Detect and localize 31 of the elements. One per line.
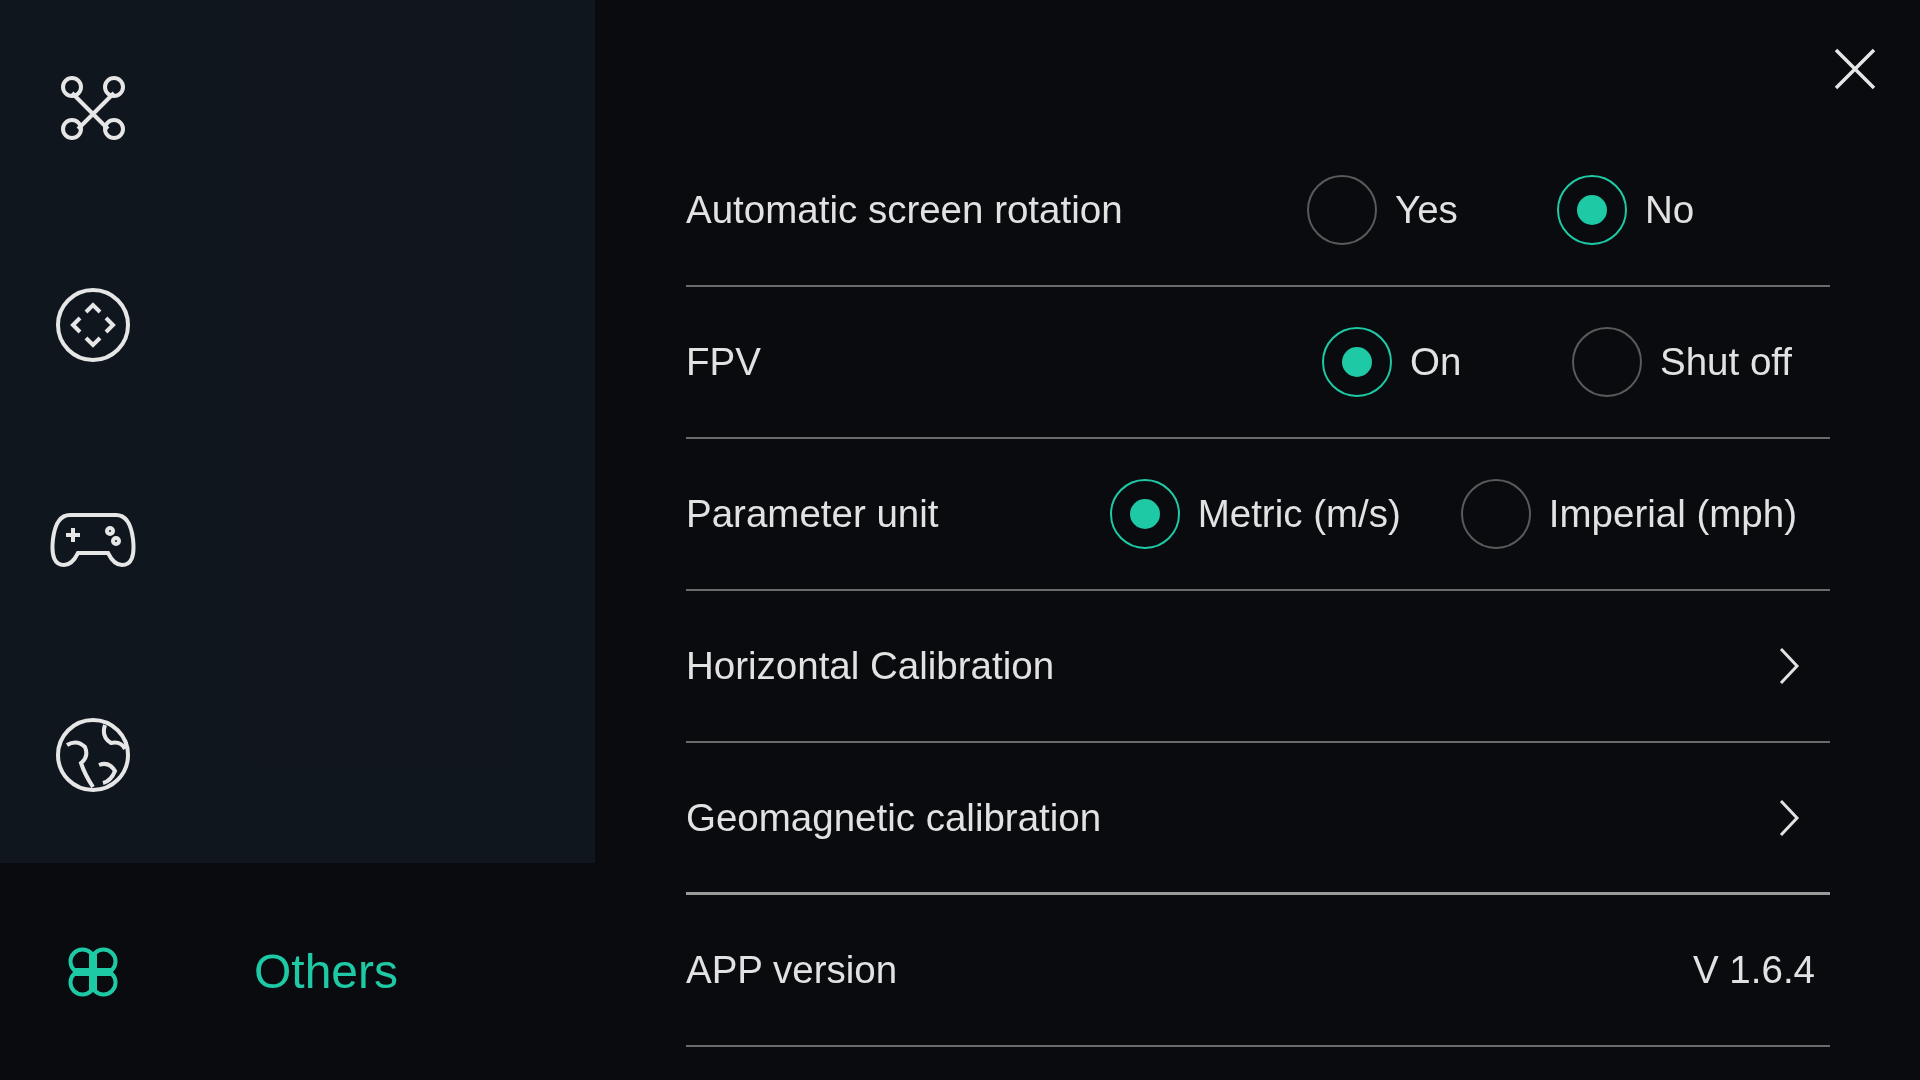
setting-label: APP version [686,948,898,992]
direction-pad-icon [55,287,131,363]
setting-label[interactable]: Horizontal Calibration [686,644,1055,688]
option-label: On [1410,340,1462,384]
chevron-right-icon[interactable] [1778,797,1800,838]
radio-button[interactable] [1322,327,1392,397]
radio-option[interactable]: Yes [1307,175,1497,245]
radio-button[interactable] [1572,327,1642,397]
option-label: Shut off [1660,340,1792,384]
setting-label: FPV [686,340,761,384]
radio-option[interactable]: No [1557,175,1747,245]
radio-option[interactable]: On [1322,327,1512,397]
option-label: Metric (m/s) [1197,492,1401,536]
chevron-right-icon[interactable] [1778,646,1800,686]
setting-label: Automatic screen rotation [686,188,1123,232]
setting-label: Parameter unit [686,492,939,536]
radio-option[interactable]: Shut off [1572,327,1792,397]
drone-icon [58,73,128,143]
nav-label: Others [254,944,399,999]
option-label: No [1645,188,1695,232]
radio-button[interactable] [1307,175,1377,245]
version-value: V 1.6.4 [1693,948,1815,992]
radio-option[interactable]: Imperial (mph) [1460,479,1797,549]
option-label: Yes [1395,188,1458,232]
radio-button[interactable] [1109,479,1180,549]
option-label: Imperial (mph) [1548,492,1797,536]
globe-icon [55,717,131,793]
radio-option[interactable]: Metric (m/s) [1109,479,1401,549]
radio-button[interactable] [1557,175,1627,245]
radio-button[interactable] [1460,479,1531,549]
setting-label[interactable]: Geomagnetic calibration [686,795,1102,840]
